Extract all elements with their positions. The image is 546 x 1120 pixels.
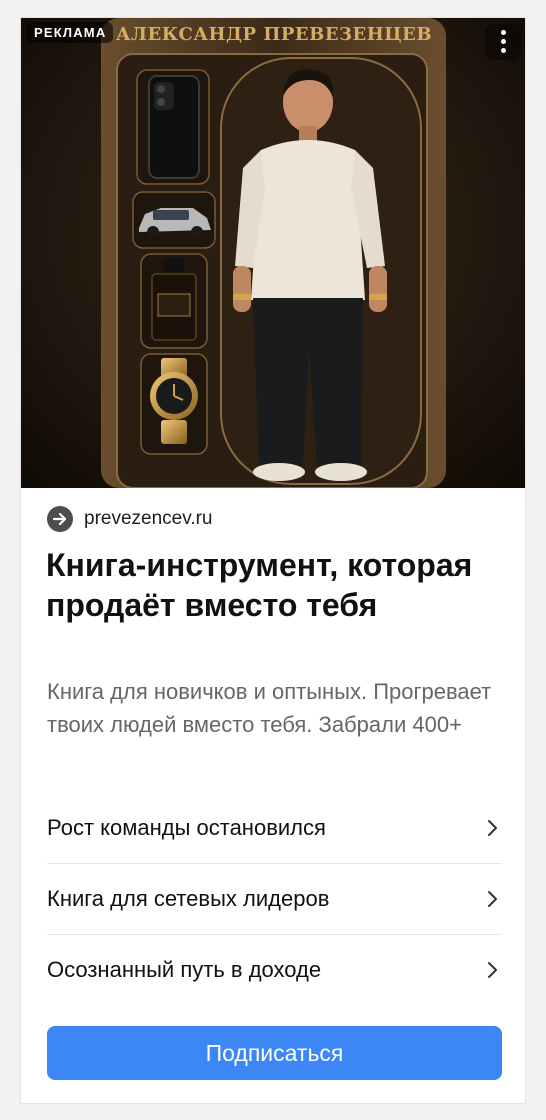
- sitelink-label: Осознанный путь в доходе: [47, 957, 322, 982]
- sitelink-network-leaders[interactable]: Книга для сетевых лидеров: [47, 864, 502, 935]
- sitelink-income-path[interactable]: Осознанный путь в доходе: [47, 935, 502, 1005]
- domain-text: prevezencev.ru: [84, 508, 213, 529]
- ad-description: Книга для новичков и оптыных. Прогревает…: [47, 679, 492, 737]
- more-vertical-icon-dot: [501, 48, 506, 53]
- sitelink-label: Книга для сетевых лидеров: [47, 886, 330, 911]
- sitelink-label: Рост команды остановился: [47, 815, 326, 840]
- sitelink-team-growth[interactable]: Рост команды остановился: [47, 793, 502, 864]
- chevron-right-icon: [488, 891, 497, 907]
- chevron-right-icon: [488, 962, 497, 978]
- hero-title: АЛЕКСАНДР ПРЕВЕЗЕНЦЕВ: [115, 24, 433, 45]
- sitelinks-list: Рост команды остановился Книга для сетев…: [47, 793, 502, 1005]
- subscribe-button[interactable]: Подписаться: [47, 1026, 502, 1080]
- more-options-button[interactable]: [485, 24, 521, 60]
- domain-link[interactable]: prevezencev.ru: [47, 505, 213, 533]
- arrow-right-circle-icon: [47, 506, 73, 532]
- ad-card[interactable]: РЕКЛАМА АЛЕКСАНДР ПРЕВЕЗЕНЦЕВ prevezence…: [20, 17, 526, 1104]
- ad-headline[interactable]: Книга-инструмент, которая продаёт вместо…: [46, 545, 502, 625]
- chevron-right-icon: [488, 820, 497, 836]
- more-vertical-icon: [501, 30, 506, 35]
- product-box-illustration: [21, 18, 525, 488]
- ad-image[interactable]: РЕКЛАМА АЛЕКСАНДР ПРЕВЕЗЕНЦЕВ: [21, 18, 525, 488]
- more-vertical-icon-dot: [501, 39, 506, 44]
